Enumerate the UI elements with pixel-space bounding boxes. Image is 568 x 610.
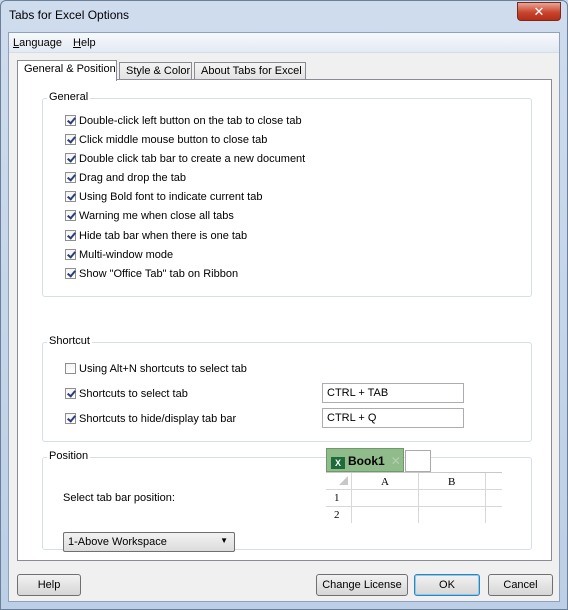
grid-line (418, 473, 419, 523)
dialog-client: Language Help General & Position Style &… (8, 32, 560, 602)
tab-general-position[interactable]: General & Position (17, 60, 117, 81)
select-all-corner (339, 476, 348, 485)
preview-tab-label: Book1 (348, 454, 385, 468)
checkbox[interactable] (65, 413, 76, 424)
grid-line (351, 473, 352, 523)
shortcut-group-title: Shortcut (47, 335, 92, 347)
checkbox[interactable] (65, 172, 76, 183)
chevron-down-icon: ▼ (220, 536, 228, 545)
preview-tab-close-icon: ✕ (390, 454, 401, 468)
menu-help[interactable]: Help (73, 37, 96, 49)
menu-language[interactable]: Language (13, 37, 62, 49)
option-label: Multi-window mode (79, 249, 174, 261)
position-group-title: Position (47, 450, 91, 462)
close-button[interactable]: ✕ (517, 2, 561, 21)
option-middle-click-close[interactable]: Click middle mouse button to close tab (65, 134, 267, 148)
checkbox[interactable] (65, 191, 76, 202)
general-group-title: General (47, 91, 91, 103)
row-header: 1 (334, 492, 340, 504)
option-label: Show "Office Tab" tab on Ribbon (79, 268, 239, 280)
checkbox[interactable] (65, 249, 76, 260)
menu-language-label: anguage (19, 37, 62, 49)
excel-icon: X (331, 457, 345, 469)
tab-position-preview: X Book1 ✕ A B 1 2 (326, 448, 502, 538)
tab-about[interactable]: About Tabs for Excel (194, 62, 306, 80)
column-header: B (448, 476, 456, 488)
window-title: Tabs for Excel Options (9, 8, 130, 22)
hide-display-shortcut-field[interactable]: CTRL + Q (322, 408, 464, 428)
position-label: Select tab bar position: (63, 492, 175, 504)
option-multi-window[interactable]: Multi-window mode (65, 249, 173, 263)
title-bar: Tabs for Excel Options ✕ (1, 1, 567, 31)
change-license-button[interactable]: Change License (316, 574, 408, 596)
general-position-page: General Double-click left button on the … (17, 79, 552, 561)
shortcut-group: Shortcut Using Alt+N shortcuts to select… (42, 335, 532, 442)
position-select-value: 1-Above Workspace (68, 536, 167, 548)
option-label: Shortcuts to select tab (79, 388, 188, 400)
tab-style-color[interactable]: Style & Color (119, 62, 192, 80)
option-double-click-close[interactable]: Double-click left button on the tab to c… (65, 115, 302, 129)
option-bold-current[interactable]: Using Bold font to indicate current tab (65, 191, 262, 205)
general-group: General Double-click left button on the … (42, 91, 532, 297)
option-label: Drag and drop the tab (79, 172, 187, 184)
option-label: Double click tab bar to create a new doc… (79, 153, 306, 165)
option-label: Using Alt+N shortcuts to select tab (79, 363, 247, 375)
preview-tab: X Book1 ✕ (326, 448, 404, 472)
row-header: 2 (334, 509, 340, 521)
checkbox[interactable] (65, 210, 76, 221)
option-warn-close-all[interactable]: Warning me when close all tabs (65, 210, 234, 224)
checkbox[interactable] (65, 115, 76, 126)
option-label: Warning me when close all tabs (79, 210, 234, 222)
option-label: Using Bold font to indicate current tab (79, 191, 263, 203)
column-header: A (381, 476, 389, 488)
checkbox[interactable] (65, 230, 76, 241)
position-select[interactable]: 1-Above Workspace ▼ (63, 532, 235, 552)
option-label: Double-click left button on the tab to c… (79, 115, 302, 127)
option-shortcut-select-tab[interactable]: Shortcuts to select tab (65, 388, 188, 402)
ok-button[interactable]: OK (414, 574, 480, 596)
checkbox[interactable] (65, 388, 76, 399)
option-label: Click middle mouse button to close tab (79, 134, 268, 146)
option-label: Shortcuts to hide/display tab bar (79, 413, 237, 425)
preview-new-tab (405, 450, 431, 472)
help-button[interactable]: Help (17, 574, 81, 596)
select-tab-shortcut-field[interactable]: CTRL + TAB (322, 383, 464, 403)
checkbox[interactable] (65, 363, 76, 374)
option-hide-one-tab[interactable]: Hide tab bar when there is one tab (65, 230, 247, 244)
cancel-button[interactable]: Cancel (488, 574, 553, 596)
options-window: Tabs for Excel Options ✕ Language Help G… (0, 0, 568, 610)
close-icon: ✕ (533, 4, 545, 19)
option-double-click-new[interactable]: Double click tab bar to create a new doc… (65, 153, 305, 167)
checkbox[interactable] (65, 268, 76, 279)
grid-line (326, 506, 502, 507)
checkbox[interactable] (65, 153, 76, 164)
option-label: Hide tab bar when there is one tab (79, 230, 248, 242)
menu-help-mnemonic: H (73, 37, 81, 49)
menu-bar: Language Help (9, 33, 559, 53)
grid-line (326, 489, 502, 490)
option-alt-n[interactable]: Using Alt+N shortcuts to select tab (65, 363, 247, 377)
grid-line (485, 473, 486, 523)
preview-sheet: A B 1 2 (326, 472, 502, 538)
checkbox[interactable] (65, 134, 76, 145)
option-drag-drop[interactable]: Drag and drop the tab (65, 172, 186, 186)
option-shortcut-hide-display[interactable]: Shortcuts to hide/display tab bar (65, 413, 236, 427)
menu-help-label: elp (80, 37, 96, 49)
option-show-ribbon-tab[interactable]: Show "Office Tab" tab on Ribbon (65, 268, 238, 282)
